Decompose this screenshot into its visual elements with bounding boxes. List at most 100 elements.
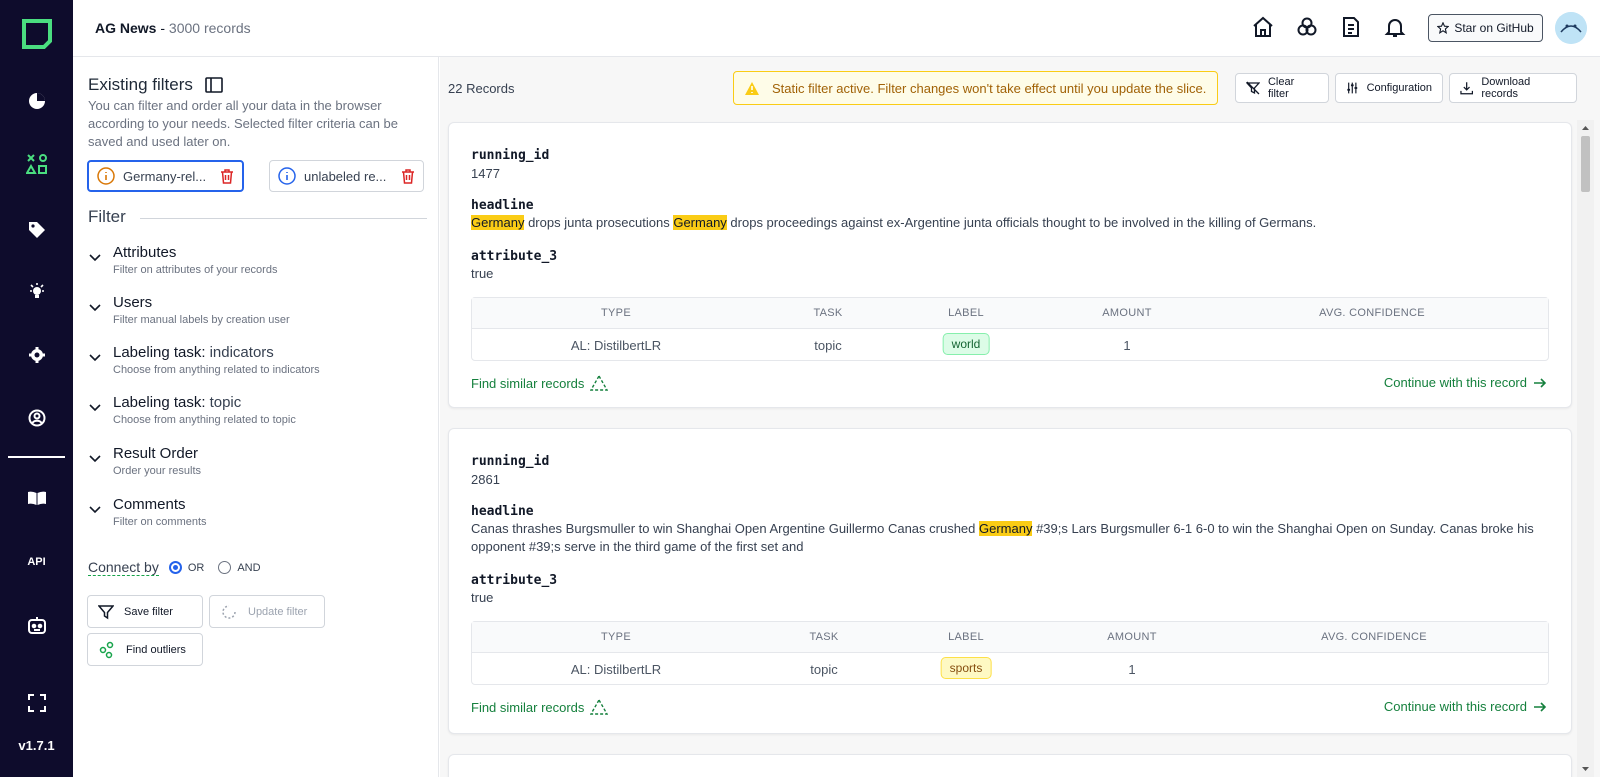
document-icon[interactable] [1340,16,1364,40]
circles-icon[interactable] [1296,16,1320,40]
highlight-germany: Germany [471,215,525,230]
configuration-label: Configuration [1366,82,1432,94]
filter-group-title: Result Order [113,445,198,462]
home-icon[interactable] [1252,16,1276,40]
record-card[interactable] [448,754,1572,777]
label-table: TYPE TASK LABEL AMOUNT AVG. CONFIDENCE A… [471,297,1549,361]
scroll-thumb[interactable] [1581,136,1590,192]
filter-group-subtitle: Filter on comments [113,516,207,528]
sidebar-toggle-icon[interactable] [205,77,223,93]
radio-or-label: OR [187,561,205,574]
label-table: TYPE TASK LABEL AMOUNT AVG. CONFIDENCE A… [471,621,1549,685]
connect-by-control: Connect by OR AND [88,559,269,576]
labels-icon[interactable] [0,210,73,250]
cell-amount: 1 [1123,338,1131,353]
main-nav: API v1.7.1 [0,0,73,777]
trash-icon[interactable] [220,168,234,184]
column-header-task: TASK [809,631,839,643]
shapes-icon[interactable] [0,144,73,184]
bell-icon[interactable] [1384,16,1408,40]
record-card[interactable]: running_id 2861 headline Canas thrashes … [448,428,1572,734]
download-records-label: Download records [1481,76,1531,100]
scroll-down-icon[interactable] [1577,763,1594,775]
filter-group-subtitle: Filter on attributes of your records [113,264,278,276]
records-scrollbar[interactable] [1577,120,1594,777]
scroll-up-icon[interactable] [1577,122,1594,134]
chevron-down-icon [89,354,101,362]
headline-text: Canas thrashes Burgsmuller to win Shangh… [471,521,979,536]
filter-group-subtitle: Order your results [113,465,202,477]
funnel-icon [98,604,114,619]
avatar[interactable] [1555,12,1587,44]
configuration-button[interactable]: Configuration [1335,73,1443,103]
saved-filter-unlabeled[interactable]: unlabeled re... [269,160,424,192]
radio-and[interactable] [218,561,232,574]
field-label-headline: headline [471,198,534,213]
cell-type: AL: DistilbertLR [570,338,662,353]
radio-or[interactable] [168,561,182,574]
cell-type: AL: DistilbertLR [570,662,662,677]
chevron-down-icon [89,455,101,463]
filter-group-title: Comments [113,496,186,513]
filter-group-title: Attributes [113,244,176,261]
clear-filter-label: Clear filter [1267,76,1295,100]
star-button-label: Star on GitHub [1454,21,1534,35]
update-filter-button[interactable]: Update filter [209,595,325,628]
similarity-icon [590,699,609,715]
bot-icon[interactable] [0,606,73,646]
find-outliers-button[interactable]: Find outliers [87,633,203,666]
app-version: v1.7.1 [18,738,55,753]
highlight-germany: Germany [673,215,727,230]
continue-record-link[interactable]: Continue with this record [1384,699,1547,714]
api-icon[interactable]: API [0,542,73,582]
filter-group-subtitle: Filter manual labels by creation user [113,314,290,326]
saved-filter-germany[interactable]: Germany-rel... [87,160,244,192]
save-filter-button[interactable]: Save filter [87,595,203,628]
field-value-headline: Germany drops junta prosecutions Germany… [471,214,1551,232]
chevron-down-icon [89,506,101,514]
record-card[interactable]: running_id 1477 headline Germany drops j… [448,122,1572,408]
continue-label: Continue with this record [1383,375,1527,390]
radio-and-label: AND [237,561,261,574]
overview-icon[interactable] [0,81,73,121]
cell-amount: 1 [1128,662,1136,677]
page-title: AG News - 3000 records [95,20,251,36]
account-icon[interactable] [0,398,73,438]
find-similar-link[interactable]: Find similar records [471,375,609,391]
project-name: AG News [95,20,157,36]
record-count: 3000 records [168,20,251,36]
fullscreen-icon[interactable] [0,683,73,723]
download-records-button[interactable]: Download records [1449,73,1577,103]
existing-filters-heading: Existing filters [88,75,223,95]
logo-icon[interactable] [0,14,73,54]
column-header-confidence: AVG. CONFIDENCE [1319,307,1425,319]
field-value-headline: Canas thrashes Burgsmuller to win Shangh… [471,520,1551,556]
continue-record-link[interactable]: Continue with this record [1384,375,1547,390]
title-separator: - [156,20,169,36]
clear-filter-icon [1246,81,1260,95]
clear-filter-button[interactable]: Clear filter [1235,73,1329,103]
arrow-right-icon [1534,701,1547,712]
filter-group-subtitle: Choose from anything related to topic [113,414,296,426]
filter-heading: Filter [88,207,126,226]
filter-panel: Existing filters You can filter and orde… [73,57,439,777]
star-on-github-button[interactable]: Star on GitHub [1428,14,1543,42]
highlight-germany: Germany [979,521,1033,536]
filter-group-title: Labeling task: indicators [113,344,274,361]
field-value-attribute-3: true [471,266,494,281]
trash-icon[interactable] [401,168,415,184]
field-value-running-id: 2861 [471,472,500,487]
chevron-down-icon [89,254,101,262]
heuristics-icon[interactable] [0,272,73,312]
field-value-attribute-3: true [471,590,494,605]
star-icon [1437,22,1450,34]
save-filter-label: Save filter [124,605,173,618]
download-icon [1460,82,1474,95]
docs-icon[interactable] [0,478,73,518]
settings-icon[interactable] [0,335,73,375]
saved-filter-label: Germany-rel... [123,168,207,184]
records-panel: 22 Records Static filter active. Filter … [440,57,1600,777]
label-badge: sports [940,657,992,679]
find-similar-link[interactable]: Find similar records [471,699,609,715]
column-header-type: TYPE [601,631,631,643]
